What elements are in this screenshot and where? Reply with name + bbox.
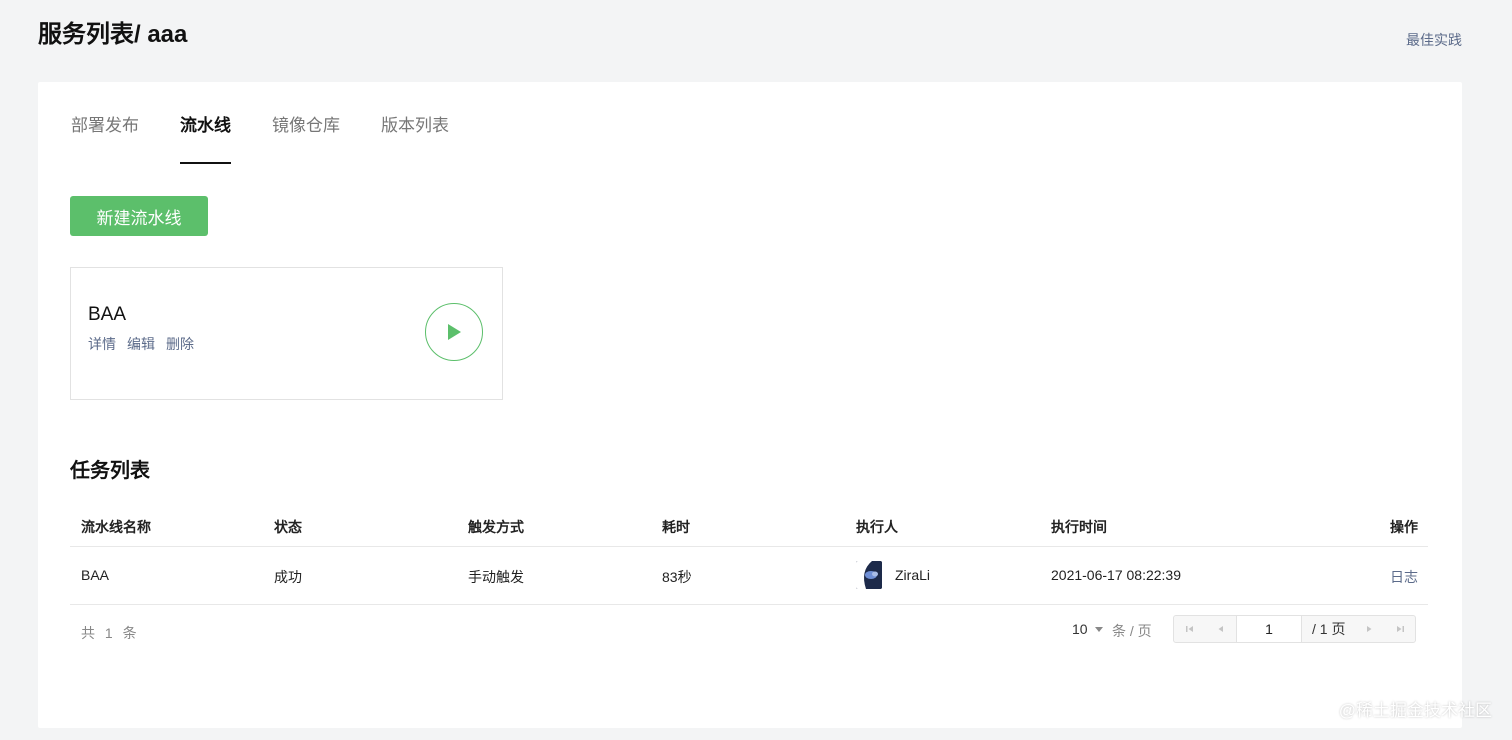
- column-header-operation: 操作: [1390, 519, 1418, 535]
- run-pipeline-button[interactable]: [425, 303, 483, 361]
- column-header-pipeline-name: 流水线名称: [81, 519, 151, 535]
- tab-bar: 部署发布 流水线 镜像仓库 版本列表: [71, 112, 490, 164]
- tab-pipeline[interactable]: 流水线: [180, 112, 231, 164]
- page-size-select[interactable]: 10: [1072, 621, 1103, 637]
- tab-version-list[interactable]: 版本列表: [381, 112, 449, 164]
- task-table: 流水线名称 状态 触发方式 耗时 执行人 执行时间 操作 BAA 成功 手动触发…: [70, 507, 1428, 657]
- prev-page-icon: [1218, 626, 1223, 632]
- new-pipeline-button[interactable]: 新建流水线: [70, 196, 208, 236]
- first-page-icon: [1185, 626, 1193, 632]
- first-page-button[interactable]: [1174, 616, 1205, 642]
- pager: / 1 页: [1173, 615, 1417, 643]
- task-list-title: 任务列表: [70, 460, 150, 482]
- main-card: 部署发布 流水线 镜像仓库 版本列表 新建流水线 BAA 详情 编辑 删除 任务…: [38, 82, 1462, 728]
- page-size-value: 10: [1072, 621, 1088, 637]
- row-executor-name: ZiraLi: [895, 567, 931, 583]
- total-count: 共 1 条: [81, 625, 140, 641]
- tab-image-registry[interactable]: 镜像仓库: [272, 112, 340, 164]
- table-header: 流水线名称 状态 触发方式 耗时 执行人 执行时间 操作: [70, 507, 1428, 547]
- pipeline-card: BAA 详情 编辑 删除: [70, 267, 503, 400]
- table-row: BAA 成功 手动触发 83秒 ZiraLi 2021-06-17 08:22:…: [70, 547, 1428, 605]
- pipeline-actions: 详情 编辑 删除: [88, 334, 205, 354]
- tab-deploy[interactable]: 部署发布: [71, 112, 139, 164]
- pipeline-edit-link[interactable]: 编辑: [127, 334, 155, 354]
- watermark: @稀土掘金技术社区: [1338, 701, 1492, 720]
- column-header-duration: 耗时: [662, 519, 690, 535]
- column-header-exec-time: 执行时间: [1051, 519, 1107, 535]
- per-page-label: 条 / 页: [1112, 623, 1152, 639]
- prev-page-button[interactable]: [1205, 616, 1236, 642]
- page-title: 服务列表/ aaa: [38, 21, 188, 48]
- page-number-input[interactable]: [1236, 616, 1302, 642]
- column-header-trigger: 触发方式: [468, 519, 524, 535]
- row-duration: 83秒: [662, 569, 692, 585]
- row-status: 成功: [274, 569, 302, 585]
- pipeline-name: BAA: [88, 304, 127, 325]
- caret-down-icon: [1094, 626, 1103, 632]
- page-header: 服务列表/ aaa 最佳实践: [38, 20, 1462, 50]
- row-exec-time: 2021-06-17 08:22:39: [1051, 567, 1181, 583]
- next-page-button[interactable]: [1353, 616, 1384, 642]
- row-trigger: 手动触发: [468, 569, 524, 585]
- play-icon: [448, 324, 461, 340]
- row-executor: ZiraLi: [856, 561, 930, 589]
- last-page-button[interactable]: [1384, 616, 1415, 642]
- pipeline-delete-link[interactable]: 删除: [166, 334, 194, 354]
- last-page-icon: [1396, 626, 1404, 632]
- view-log-link[interactable]: 日志: [1390, 567, 1418, 587]
- total-pages: / 1 页: [1312, 621, 1346, 637]
- next-page-icon: [1366, 626, 1372, 632]
- avatar: [856, 561, 882, 589]
- best-practice-link[interactable]: 最佳实践: [1406, 30, 1462, 50]
- column-header-executor: 执行人: [856, 519, 898, 535]
- pipeline-details-link[interactable]: 详情: [88, 334, 116, 354]
- row-pipeline-name: BAA: [81, 567, 110, 583]
- pagination-bar: 共 1 条 10 条 / 页 / 1 页: [70, 605, 1428, 657]
- column-header-status: 状态: [274, 519, 302, 535]
